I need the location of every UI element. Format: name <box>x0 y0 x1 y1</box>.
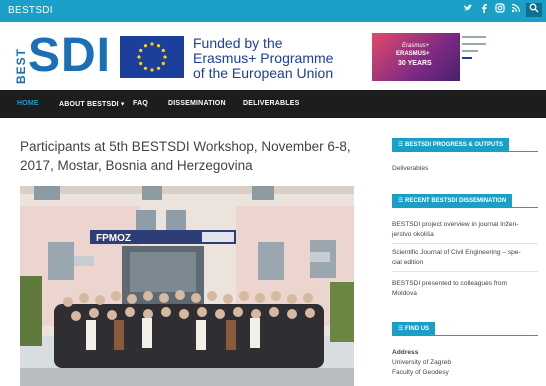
dissemination-link[interactable]: Scientific Journal of Civil Engineering … <box>392 248 538 268</box>
building-sign: FPMOZ <box>96 233 131 244</box>
main-navigation: HOME ABOUT BESTSDI ▾ FAQ DISSEMINATION D… <box>0 90 546 118</box>
erasmus-30-years-badge[interactable]: Erasmus+ ERASMUS+ 30 YEARS <box>372 33 460 81</box>
facebook-icon[interactable] <box>478 3 490 17</box>
address-block: Address University of Zagreb Faculty of … <box>392 348 538 378</box>
menu-icon: ☰ <box>398 326 406 332</box>
divider <box>392 271 538 272</box>
menu-icon: ☰ <box>398 142 406 148</box>
erasmus-badge-caption <box>462 36 486 76</box>
eu-funding-text: Funded by the Erasmus+ Programme of the … <box>193 35 334 81</box>
menu-icon: ☰ <box>398 198 406 204</box>
logo-best[interactable]: BEST <box>14 34 28 84</box>
twitter-icon[interactable] <box>462 3 474 17</box>
site-name[interactable]: BESTSDI <box>8 5 53 16</box>
article-title[interactable]: Participants at 5th BESTSDI Workshop, No… <box>20 137 360 175</box>
site-header: BEST SDI Funded by the Erasmus+ Programm… <box>0 22 546 90</box>
eu-flag-icon <box>120 36 184 78</box>
workshop-group-photo[interactable]: FPMOZ <box>20 186 354 386</box>
address-label: Address <box>392 349 419 356</box>
progress-widget-header: ☰ BESTSDI PROGRESS & OUTPUTS <box>392 138 538 152</box>
nav-home[interactable]: HOME <box>17 100 39 107</box>
nav-faq[interactable]: FAQ <box>133 100 148 107</box>
nav-dissemination[interactable]: DISSEMINATION <box>168 100 226 107</box>
find-us-widget-header: ☰ FIND US <box>392 322 538 336</box>
rss-icon[interactable] <box>510 3 522 17</box>
nav-deliverables[interactable]: DELIVERABLES <box>243 100 299 107</box>
divider <box>392 243 538 244</box>
dissemination-widget-header: ☰ RECENT BESTSDI DISSEMINATION <box>392 194 538 208</box>
logo-sdi[interactable]: SDI <box>28 30 111 82</box>
social-icons <box>462 3 542 17</box>
search-icon[interactable] <box>526 3 542 17</box>
nav-about[interactable]: ABOUT BESTSDI ▾ <box>59 100 125 108</box>
top-bar: BESTSDI <box>0 0 546 22</box>
sidebar-link-deliverables[interactable]: Deliverables <box>392 164 538 174</box>
instagram-icon[interactable] <box>494 3 506 17</box>
dissemination-link[interactable]: BESTSDI presented to colleagues from Mol… <box>392 279 538 299</box>
dissemination-link[interactable]: BESTSDI project overview in journal Inže… <box>392 220 538 240</box>
